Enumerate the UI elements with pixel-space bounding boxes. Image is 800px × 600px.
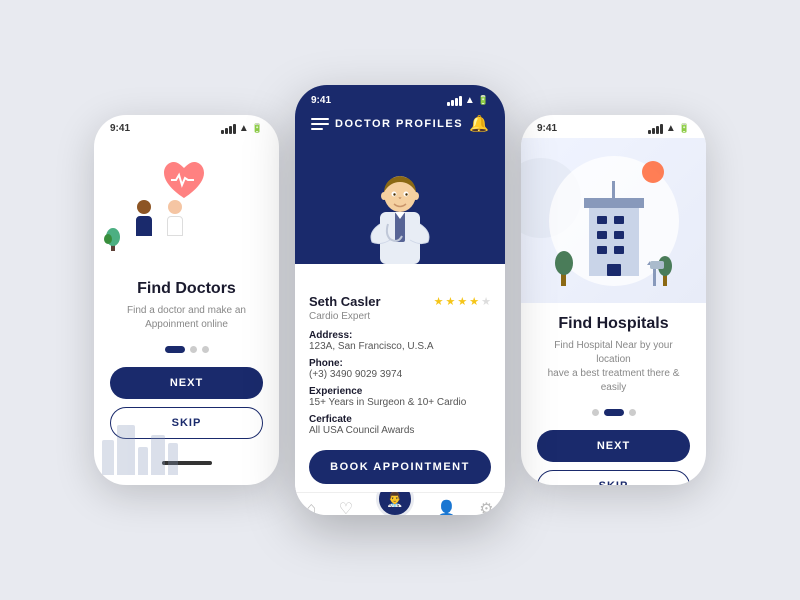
- signal-icon: [221, 124, 236, 134]
- header-title: DOCTOR PROFILES: [335, 118, 463, 130]
- left-time: 9:41: [110, 123, 130, 134]
- certificate-row: Cerficate All USA Council Awards: [309, 414, 491, 436]
- doctor-male: [167, 200, 183, 236]
- plant: [104, 223, 122, 256]
- bell-icon[interactable]: 🔔: [469, 114, 489, 134]
- phone-row: Phone: (+3) 3490 9029 3974: [309, 358, 491, 380]
- home-icon: ⌂: [306, 500, 316, 515]
- dot-1: [165, 346, 185, 353]
- right-dot-3: [629, 409, 636, 416]
- center-status-icons: ▲ 🔋: [447, 95, 489, 106]
- left-status-bar: 9:41 ▲ 🔋: [94, 115, 279, 138]
- battery-icon-center: 🔋: [478, 95, 489, 106]
- left-illustration: [94, 138, 279, 268]
- tree-left-icon: [553, 241, 575, 286]
- left-phone: 9:41 ▲ 🔋: [94, 115, 279, 485]
- left-next-button[interactable]: NEXT: [110, 367, 263, 399]
- battery-icon-right: 🔋: [679, 123, 690, 134]
- star-4: ★: [469, 295, 479, 308]
- left-dots: [110, 346, 263, 353]
- left-status-icons: ▲ 🔋: [221, 123, 263, 134]
- right-status-bar: 9:41 ▲ 🔋: [521, 115, 706, 138]
- phone-label: Phone:: [309, 358, 491, 369]
- right-next-button[interactable]: NEXT: [537, 430, 690, 462]
- dot-2: [190, 346, 197, 353]
- nav-profile[interactable]: 👤: [437, 499, 457, 515]
- stars-rating: ★ ★ ★ ★ ★: [434, 295, 491, 308]
- signal-icon-center: [447, 96, 462, 106]
- heart-pulse-icon: [159, 158, 209, 203]
- address-value: 123A, San Francisco, U.S.A: [309, 341, 491, 352]
- center-header: 9:41 ▲ 🔋 DOCTOR PROFILES 🔔: [295, 85, 505, 144]
- left-content: Find Doctors Find a doctor and make anAp…: [94, 268, 279, 451]
- user-icon: 👤: [437, 499, 457, 515]
- left-title: Find Doctors: [110, 280, 263, 298]
- right-dots: [537, 409, 690, 416]
- certificate-value: All USA Council Awards: [309, 425, 491, 436]
- nav-favorites[interactable]: ♡: [339, 499, 353, 515]
- wifi-icon-right: ▲: [666, 123, 676, 134]
- center-status-bar: 9:41 ▲ 🔋: [311, 91, 489, 108]
- experience-label: Experience: [309, 386, 491, 397]
- doctor-name-row: Seth Casler ★ ★ ★ ★ ★: [309, 294, 491, 309]
- wifi-icon-center: ▲: [465, 95, 475, 106]
- right-status-icons: ▲ 🔋: [648, 123, 690, 134]
- doctor-name: Seth Casler: [309, 294, 381, 309]
- right-skip-button[interactable]: SKIP: [537, 470, 690, 485]
- right-subtitle: Find Hospital Near by your locationhave …: [537, 339, 690, 395]
- doctor-figures: [136, 200, 183, 236]
- battery-icon: 🔋: [252, 123, 263, 134]
- right-content: Find Hospitals Find Hospital Near by you…: [521, 303, 706, 485]
- right-title: Find Hospitals: [537, 315, 690, 333]
- center-phone: 9:41 ▲ 🔋 DOCTOR PROFILES 🔔: [295, 85, 505, 515]
- experience-value: 15+ Years in Surgeon & 10+ Cardio: [309, 397, 491, 408]
- header-nav: DOCTOR PROFILES 🔔: [311, 108, 489, 144]
- center-time: 9:41: [311, 95, 331, 106]
- star-5: ★: [481, 295, 491, 308]
- doctor-female: [136, 200, 152, 236]
- buildings-bg: [102, 425, 178, 475]
- dot-3: [202, 346, 209, 353]
- doctor-banner: [295, 144, 505, 264]
- right-dot-2: [604, 409, 624, 416]
- signal-icon-right: [648, 124, 663, 134]
- wifi-icon: ▲: [239, 123, 249, 134]
- doctor-specialty: Cardio Expert: [309, 311, 491, 322]
- right-dot-1: [592, 409, 599, 416]
- star-3: ★: [457, 295, 467, 308]
- phone-value: (+3) 3490 9029 3974: [309, 369, 491, 380]
- experience-row: Experience 15+ Years in Surgeon & 10+ Ca…: [309, 386, 491, 408]
- left-subtitle: Find a doctor and make anAppoinment onli…: [110, 304, 263, 332]
- direction-sign-icon: [645, 256, 665, 286]
- hamburger-button[interactable]: [311, 118, 329, 130]
- star-2: ★: [446, 295, 456, 308]
- heart-icon: ♡: [339, 499, 353, 515]
- nav-settings[interactable]: ⚙: [479, 499, 493, 515]
- gear-icon: ⚙: [479, 499, 493, 515]
- nav-home[interactable]: ⌂: [306, 500, 316, 515]
- screens-container: 9:41 ▲ 🔋: [94, 85, 706, 515]
- address-row: Address: 123A, San Francisco, U.S.A: [309, 330, 491, 352]
- certificate-label: Cerficate: [309, 414, 491, 425]
- bottom-navigation: ⌂ ♡ 👨‍⚕️ 👤 ⚙: [295, 492, 505, 515]
- profile-card: Seth Casler ★ ★ ★ ★ ★ Cardio Expert Addr…: [295, 264, 505, 492]
- doctor-avatar: [360, 164, 440, 264]
- doctor-icon: 👨‍⚕️: [386, 491, 403, 508]
- address-label: Address:: [309, 330, 491, 341]
- nav-doctor[interactable]: 👨‍⚕️: [376, 500, 414, 515]
- right-illustration: [521, 138, 706, 303]
- book-appointment-button[interactable]: BOOK APPOINTMENT: [309, 450, 491, 484]
- right-phone: 9:41 ▲ 🔋: [521, 115, 706, 485]
- right-time: 9:41: [537, 123, 557, 134]
- star-1: ★: [434, 295, 444, 308]
